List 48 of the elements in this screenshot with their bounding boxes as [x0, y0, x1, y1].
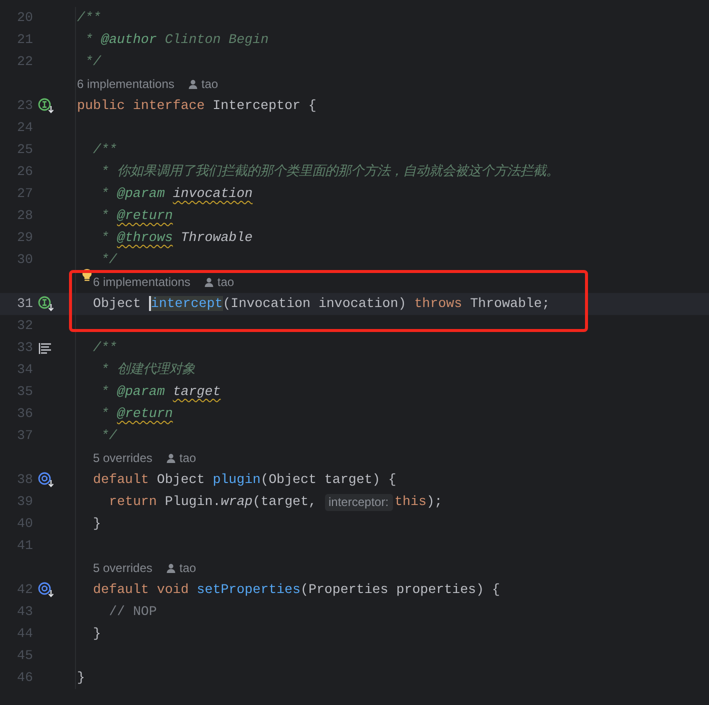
doc-comment: * 你如果调用了我们拦截的那个类里面的那个方法，自动就会被这个方法拦截。: [101, 162, 559, 181]
code-line: Object intercept(Invocation invocation) throws Throwable;: [93, 295, 550, 313]
doc-comment: /**: [93, 339, 117, 357]
usage-link[interactable]: 6 implementations: [93, 271, 190, 293]
parameter-hint: interceptor:: [324, 494, 393, 510]
doc-comment: * @return: [101, 207, 173, 225]
implemented-icon[interactable]: [38, 98, 54, 114]
line-number: 31: [16, 295, 33, 313]
doc-comment: * @throws Throwable: [101, 229, 253, 247]
author-name[interactable]: tao: [179, 557, 196, 579]
lightbulb-icon[interactable]: [81, 268, 93, 282]
doc-comment: * 创建代理对象: [101, 361, 195, 379]
author-name[interactable]: tao: [201, 73, 218, 95]
person-icon: [188, 79, 198, 89]
doc-comment: * @param target: [101, 383, 221, 401]
doc-comment: /**: [77, 9, 101, 27]
code-text: Plugin.: [164, 493, 221, 511]
usage-link[interactable]: 6 implementations: [77, 73, 174, 95]
person-icon: [204, 277, 214, 287]
doc-comment: * @return: [101, 405, 173, 423]
code-text: (target,: [252, 493, 316, 511]
code-text: wrap: [220, 493, 253, 511]
code-line: default void setProperties(Properties properties) {: [93, 581, 500, 599]
doc-comment: */: [101, 251, 117, 269]
code-line: }: [93, 625, 101, 643]
overrides-icon[interactable]: [38, 472, 54, 488]
code-comment: // NOP: [109, 603, 157, 621]
doc-comment: /**: [93, 141, 117, 159]
person-icon: [166, 563, 176, 573]
code-text: return: [109, 493, 157, 511]
author-name[interactable]: tao: [179, 447, 196, 469]
code-line: default Object plugin(Object target) {: [93, 471, 396, 489]
overrides-icon[interactable]: [38, 582, 54, 598]
code-text: );: [426, 493, 442, 511]
code-line: }: [93, 515, 101, 533]
code-line: }: [77, 669, 85, 687]
doc-comment: * @param invocation: [101, 185, 253, 203]
implemented-icon[interactable]: [38, 296, 54, 312]
code-line: public interface Interceptor {: [77, 97, 316, 115]
usage-link[interactable]: 5 overrides: [93, 557, 152, 579]
person-icon: [166, 453, 176, 463]
doc-comment: */: [85, 53, 101, 71]
usage-link[interactable]: 5 overrides: [93, 447, 152, 469]
doc-comment: * @author Clinton Begin: [85, 31, 269, 49]
author-name[interactable]: tao: [217, 271, 234, 293]
doc-comment: */: [101, 427, 117, 445]
code-text: this: [394, 493, 426, 511]
lines-icon[interactable]: [38, 342, 52, 354]
